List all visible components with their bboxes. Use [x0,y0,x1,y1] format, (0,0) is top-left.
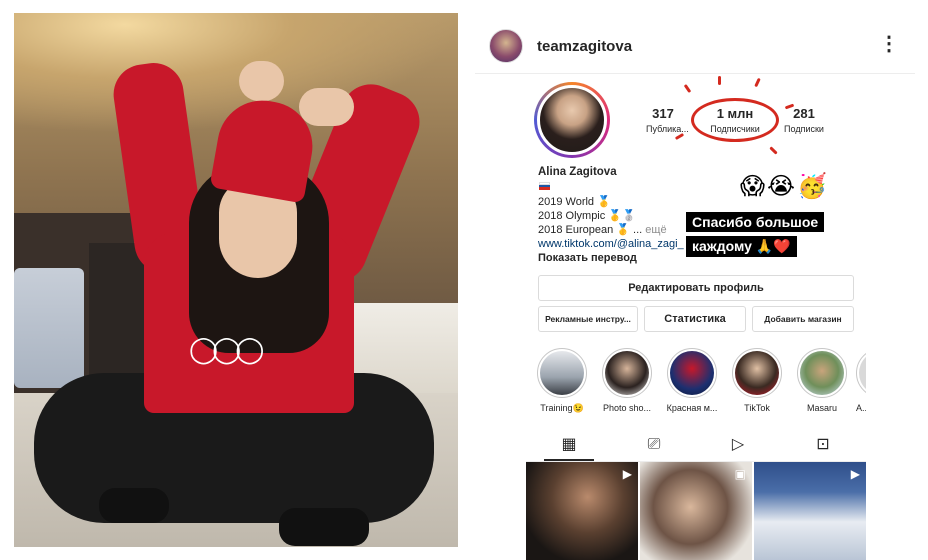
right-shoe [279,508,369,546]
thanks-sticker-line1: Спасибо большое [686,212,825,232]
video-icon: ▶ [850,467,860,481]
circle-ray [754,77,761,88]
highlight-label: TikTok [744,403,770,413]
igtv-icon[interactable]: ⎚ [643,433,665,455]
bio-website-link[interactable]: www.tiktok.com/@alina_zagi_ [538,238,684,250]
tagged-icon[interactable]: ⊡ [812,433,834,455]
statistics-button[interactable]: Статистика [644,306,746,332]
reels-icon[interactable]: ▷ [727,433,749,455]
circle-ray [674,132,685,141]
highlight-label: Training😉 [540,403,584,413]
main-photo: ◯◯◯ [14,13,458,547]
emoji-stickers: 😱😭🥳 [740,172,829,200]
highlight-tiktok[interactable]: TikTok [729,348,785,413]
highlight-label: Photo sho... [602,403,652,413]
highlight-partial[interactable]: A... [856,348,866,413]
circle-ray [718,76,721,85]
reel-icon: ▣ [734,467,746,481]
profile-tabs: ▦ ⎚ ▷ ⊡ [526,426,866,462]
highlight-masaru[interactable]: Masaru [794,348,850,413]
olympic-rings-icon: ◯◯◯ [189,335,264,365]
video-icon: ▶ [622,467,632,481]
bio-line-text: 2018 European 🥇 ... [538,224,643,236]
left-shoe [99,488,169,523]
russia-flag-icon [539,182,550,190]
hanging-jacket [14,268,84,388]
stat-posts[interactable]: 317 Публика... [646,106,689,134]
circle-ray [683,83,692,94]
stat-following-count: 281 [793,106,815,121]
left-hand [239,61,284,101]
highlight-label: Красная м... [666,403,718,413]
ad-tools-button[interactable]: Рекламные инстру... [538,306,638,332]
stat-following-label: Подписки [784,124,824,134]
profile-screenshot: 317 Публика... 1 млн Подписчики 281 Подп… [526,76,866,560]
profile-avatar[interactable] [534,82,610,158]
post-header: teamzagitova ⋮ [475,20,915,74]
post-tile[interactable]: ▶ [526,462,638,560]
profile-name: Alina Zagitova [538,166,617,178]
add-shop-button[interactable]: Добавить магазин [752,306,854,332]
header-avatar[interactable] [489,29,523,63]
show-translation-link[interactable]: Показать перевод [538,252,637,264]
more-options-icon[interactable]: ⋮ [879,34,899,54]
circle-ray [769,146,778,155]
hand-drawn-circle [691,98,779,142]
thanks-sticker-line2: каждому 🙏❤️ [686,236,797,257]
post-tile[interactable]: ▶ [754,462,866,560]
edit-profile-button[interactable]: Редактировать профиль [538,275,854,301]
highlight-photo-shoot[interactable]: Photo sho... [599,348,655,413]
bio-line: 2018 Olympic 🥇🥈 [538,210,636,222]
bio-line: 2018 European 🥇 ... ещё [538,223,667,236]
highlight-label: Masaru [806,403,837,413]
stat-posts-label: Публика... [646,124,689,134]
stat-posts-count: 317 [652,106,674,121]
highlight-label: A... [856,403,866,413]
bio-more-link[interactable]: ещё [645,224,666,236]
post-tile[interactable]: ▣ [640,462,752,560]
highlight-red-machine[interactable]: Красная м... [664,348,720,413]
bio-line: 2019 World 🥇 [538,196,611,208]
highlight-training[interactable]: Training😉 [534,348,590,414]
grid-icon[interactable]: ▦ [558,433,580,455]
stat-following[interactable]: 281 Подписки [772,106,836,134]
right-hand [299,88,354,126]
active-tab-indicator [544,459,594,461]
header-username[interactable]: teamzagitova [537,38,632,55]
